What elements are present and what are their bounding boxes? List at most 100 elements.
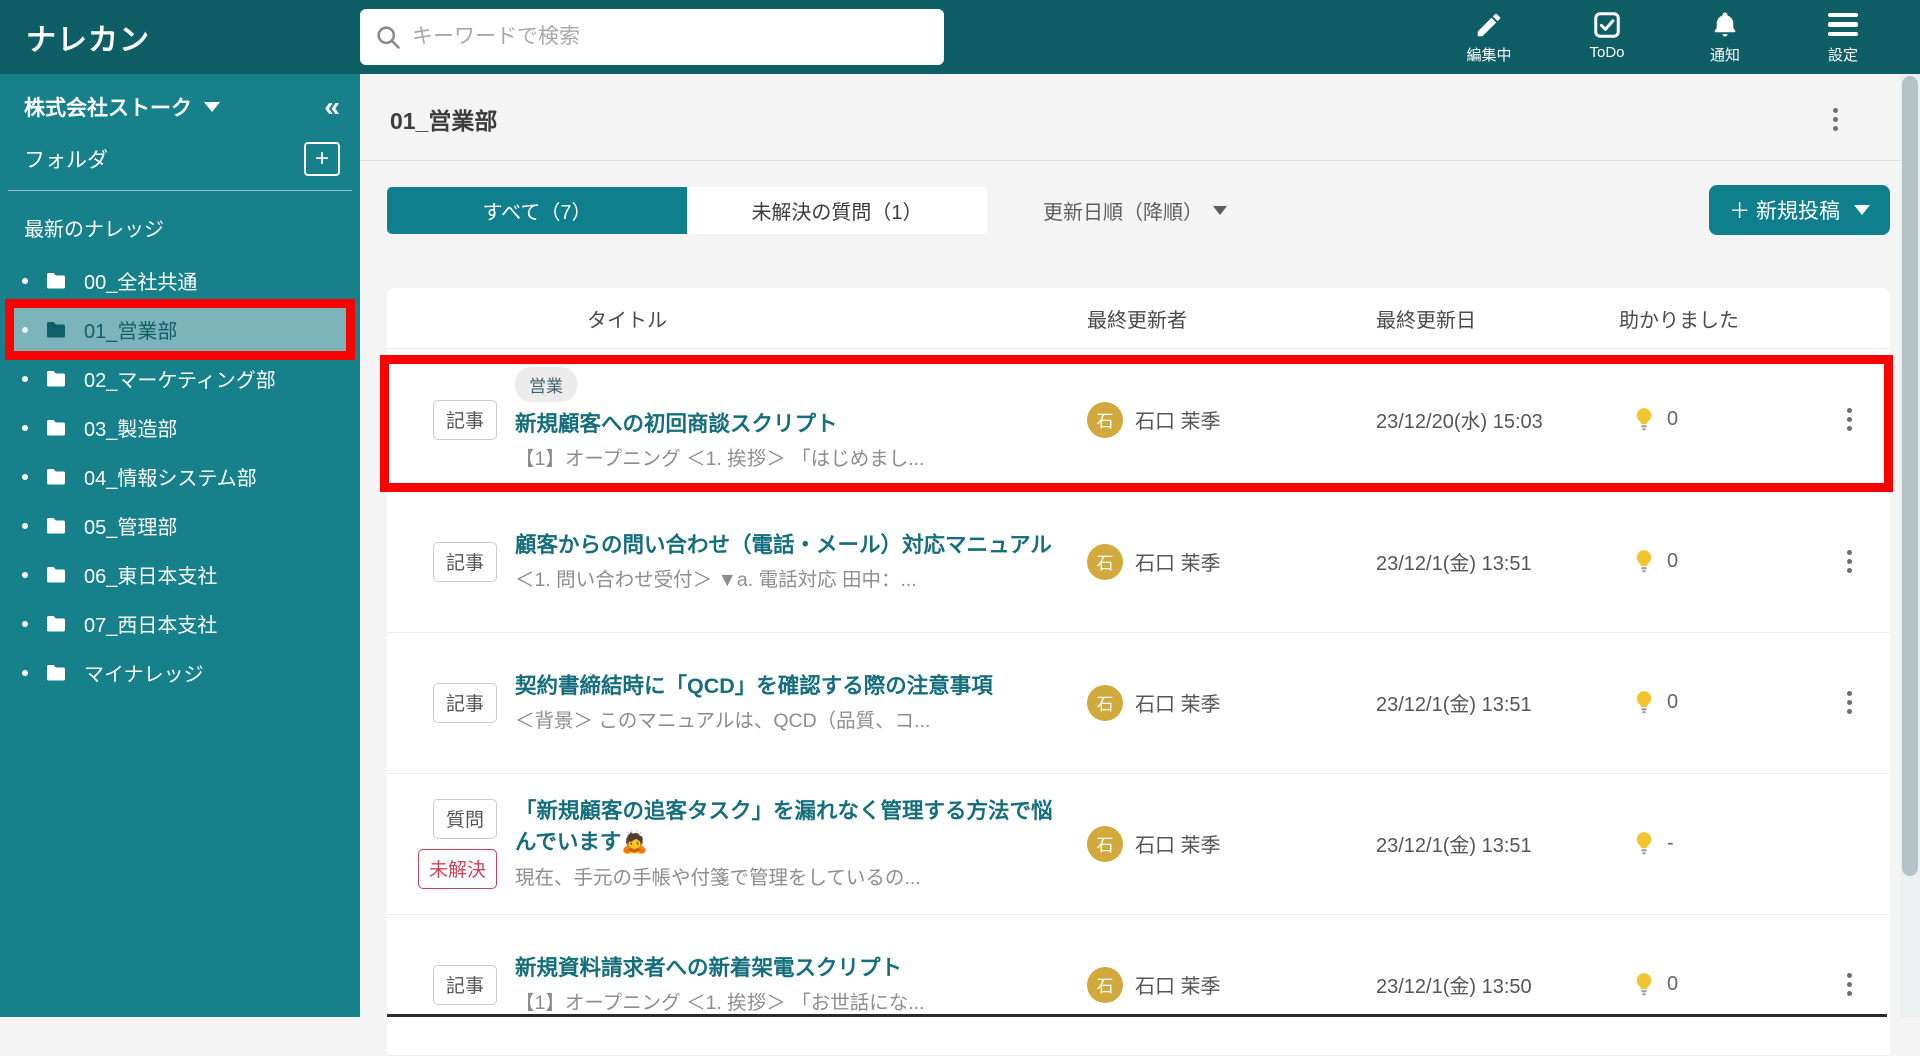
sidebar-folder-item[interactable]: 05_管理部 <box>10 501 350 550</box>
column-header-date: 最終更新日 <box>1372 304 1619 333</box>
folder-icon <box>44 318 68 342</box>
row-options-kebab-icon[interactable] <box>1843 546 1856 577</box>
knowledge-snippet: 現在、手元の手帳や付箋で管理をしているの... <box>515 866 921 891</box>
tab-unresolved-questions[interactable]: 未解決の質問（1） <box>687 187 987 234</box>
collapse-sidebar-button[interactable]: « <box>324 93 340 121</box>
search-input[interactable] <box>360 9 944 65</box>
row-options-kebab-icon[interactable] <box>1843 687 1856 718</box>
type-badge: 記事 <box>433 683 497 723</box>
type-badges: 質問 未解決 <box>387 799 499 889</box>
type-badge: 記事 <box>433 400 497 440</box>
updated-date: 23/12/1(金) 13:51 <box>1372 688 1619 717</box>
lightbulb-icon <box>1633 831 1655 857</box>
updater-cell: 石 石口 茉季 <box>1087 685 1372 721</box>
sidebar-folder-item[interactable]: マイナレッジ <box>10 648 350 697</box>
folder-section: フォルダ + <box>0 122 360 190</box>
updated-date: 23/12/1(金) 13:51 <box>1372 547 1619 576</box>
scrollbar-thumb[interactable] <box>1902 76 1918 876</box>
folder-icon <box>44 416 68 440</box>
notifications-label: 通知 <box>1710 44 1740 65</box>
column-header-title: タイトル <box>499 304 1087 333</box>
pencil-icon <box>1474 10 1504 40</box>
folder-options-kebab-icon[interactable] <box>1829 104 1842 135</box>
table-row[interactable]: 記事 顧客からの問い合わせ（電話・メール）対応マニュアル ＜1. 問い合わせ受付… <box>387 492 1890 633</box>
row-options-kebab-icon[interactable] <box>1843 404 1856 435</box>
sidebar-folder-item[interactable]: 04_情報システム部 <box>10 452 350 501</box>
sidebar-folder-item[interactable]: 01_営業部 <box>10 305 350 354</box>
page-title: 01_営業部 <box>390 102 497 136</box>
type-badge: 質問 <box>433 799 497 839</box>
tab-all[interactable]: すべて（7） <box>387 187 687 234</box>
table-row[interactable]: 記事 新規資料請求者への新着架電スクリプト 【1】オープニング ＜1. 挨拶＞ … <box>387 915 1890 1056</box>
sidebar-folder-item[interactable]: 00_全社共通 <box>10 256 350 305</box>
lightbulb-icon <box>1633 972 1655 998</box>
knowledge-table: タイトル 最終更新者 最終更新日 助かりました 記事 営業 新規顧客への初回商談… <box>387 288 1890 1056</box>
sort-dropdown[interactable]: 更新日順（降順） <box>1043 196 1227 225</box>
sidebar-folder-item[interactable]: 02_マーケティング部 <box>10 354 350 403</box>
sidebar-folder-item[interactable]: 06_東日本支社 <box>10 550 350 599</box>
updated-date: 23/12/1(金) 13:50 <box>1372 970 1619 999</box>
company-selector[interactable]: 株式会社ストーク « <box>0 74 360 122</box>
folder-icon <box>44 367 68 391</box>
knowledge-title-link[interactable]: 新規資料請求者への新着架電スクリプト <box>515 953 902 984</box>
title-cell: 営業 新規顧客への初回商談スクリプト 【1】オープニング ＜1. 挨拶＞ 「はじ… <box>499 367 1087 473</box>
sidebar-folder-item[interactable]: 03_製造部 <box>10 403 350 452</box>
table-row[interactable]: 質問 未解決 「新規顧客の追客タスク」を漏れなく管理する方法で悩んでいます🙇 現… <box>387 774 1890 915</box>
notifications-button[interactable]: 通知 <box>1694 10 1756 65</box>
knowledge-title-link[interactable]: 契約書締結時に「QCD」を確認する際の注意事項 <box>515 671 993 702</box>
latest-knowledge-link[interactable]: 最新のナレッジ <box>0 191 360 252</box>
main-header: 01_営業部 <box>360 74 1920 161</box>
chevron-down-icon <box>204 102 220 112</box>
menu-cell <box>1809 969 1890 1000</box>
helped-count: - <box>1667 832 1674 855</box>
knowledge-title-link[interactable]: 新規顧客への初回商談スクリプト <box>515 409 838 440</box>
updater-cell: 石 石口 茉季 <box>1087 967 1372 1003</box>
chevron-down-icon <box>1854 205 1870 215</box>
helped-count: 0 <box>1667 408 1678 431</box>
app-logo: ナレカン <box>0 15 360 59</box>
avatar: 石 <box>1087 826 1123 862</box>
type-badge: 記事 <box>433 965 497 1005</box>
add-folder-button[interactable]: + <box>304 142 340 176</box>
sort-label: 更新日順（降順） <box>1043 196 1203 225</box>
scrollbar[interactable] <box>1900 74 1920 1017</box>
sidebar-folder-item[interactable]: 07_西日本支社 <box>10 599 350 648</box>
type-badges: 記事 <box>387 400 499 440</box>
folder-label: 04_情報システム部 <box>84 462 257 491</box>
folder-icon <box>44 612 68 636</box>
table-row[interactable]: 記事 契約書締結時に「QCD」を確認する際の注意事項 ＜背景＞ このマニュアルは… <box>387 633 1890 774</box>
menu-cell <box>1809 687 1890 718</box>
editing-button[interactable]: 編集中 <box>1458 10 1520 65</box>
row-options-kebab-icon[interactable] <box>1843 969 1856 1000</box>
updater-name: 石口 茉季 <box>1135 688 1221 717</box>
knowledge-title-link[interactable]: 「新規顧客の追客タスク」を漏れなく管理する方法で悩んでいます🙇 <box>515 796 1063 858</box>
table-row[interactable]: 記事 営業 新規顧客への初回商談スクリプト 【1】オープニング ＜1. 挨拶＞ … <box>387 349 1890 492</box>
bullet-icon <box>22 572 28 578</box>
knowledge-title-link[interactable]: 顧客からの問い合わせ（電話・メール）対応マニュアル <box>515 530 1052 561</box>
new-post-button[interactable]: ＋ 新規投稿 <box>1709 185 1890 235</box>
folder-label: 02_マーケティング部 <box>84 364 276 393</box>
folder-label: 03_製造部 <box>84 413 177 442</box>
tag-pill[interactable]: 営業 <box>515 367 577 402</box>
type-badge: 記事 <box>433 542 497 582</box>
lightbulb-icon <box>1633 549 1655 575</box>
bullet-icon <box>22 327 28 333</box>
settings-button[interactable]: 設定 <box>1812 10 1874 65</box>
updater-name: 石口 茉季 <box>1135 547 1221 576</box>
helped-count: 0 <box>1667 550 1678 573</box>
todo-check-icon <box>1592 10 1622 40</box>
menu-cell <box>1809 546 1890 577</box>
helped-count: 0 <box>1667 973 1678 996</box>
menu-cell <box>1809 404 1890 435</box>
helped-count: 0 <box>1667 691 1678 714</box>
updater-cell: 石 石口 茉季 <box>1087 826 1372 862</box>
todo-label: ToDo <box>1589 44 1624 61</box>
updater-name: 石口 茉季 <box>1135 970 1221 999</box>
bullet-icon <box>22 474 28 480</box>
folder-icon <box>44 465 68 489</box>
updater-name: 石口 茉季 <box>1135 829 1221 858</box>
todo-button[interactable]: ToDo <box>1576 10 1638 65</box>
type-badges: 記事 <box>387 965 499 1005</box>
title-cell: 新規資料請求者への新着架電スクリプト 【1】オープニング ＜1. 挨拶＞ 「お世… <box>499 953 1087 1017</box>
list-controls: すべて（7） 未解決の質問（1） 更新日順（降順） ＋ 新規投稿 <box>360 161 1920 235</box>
